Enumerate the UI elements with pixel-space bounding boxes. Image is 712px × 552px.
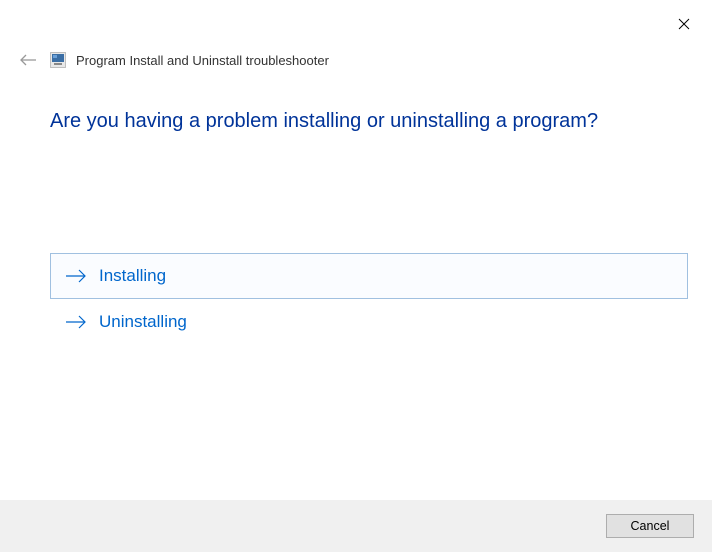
option-label: Installing [99,266,166,286]
cancel-button[interactable]: Cancel [606,514,694,538]
troubleshooter-app-icon [50,52,66,68]
close-icon [678,18,690,30]
option-uninstalling[interactable]: Uninstalling [50,299,688,345]
option-label: Uninstalling [99,312,187,332]
footer-bar: Cancel [0,500,712,552]
back-button[interactable] [16,48,40,72]
back-arrow-icon [19,53,37,67]
option-installing[interactable]: Installing [50,253,688,299]
close-button[interactable] [674,14,694,34]
main-content: Are you having a problem installing or u… [50,110,688,345]
header-bar: Program Install and Uninstall troublesho… [16,48,329,72]
app-title: Program Install and Uninstall troublesho… [76,53,329,68]
arrow-right-icon [65,267,87,285]
question-heading: Are you having a problem installing or u… [50,110,688,133]
arrow-right-icon [65,313,87,331]
options-list: Installing Uninstalling [50,253,688,345]
